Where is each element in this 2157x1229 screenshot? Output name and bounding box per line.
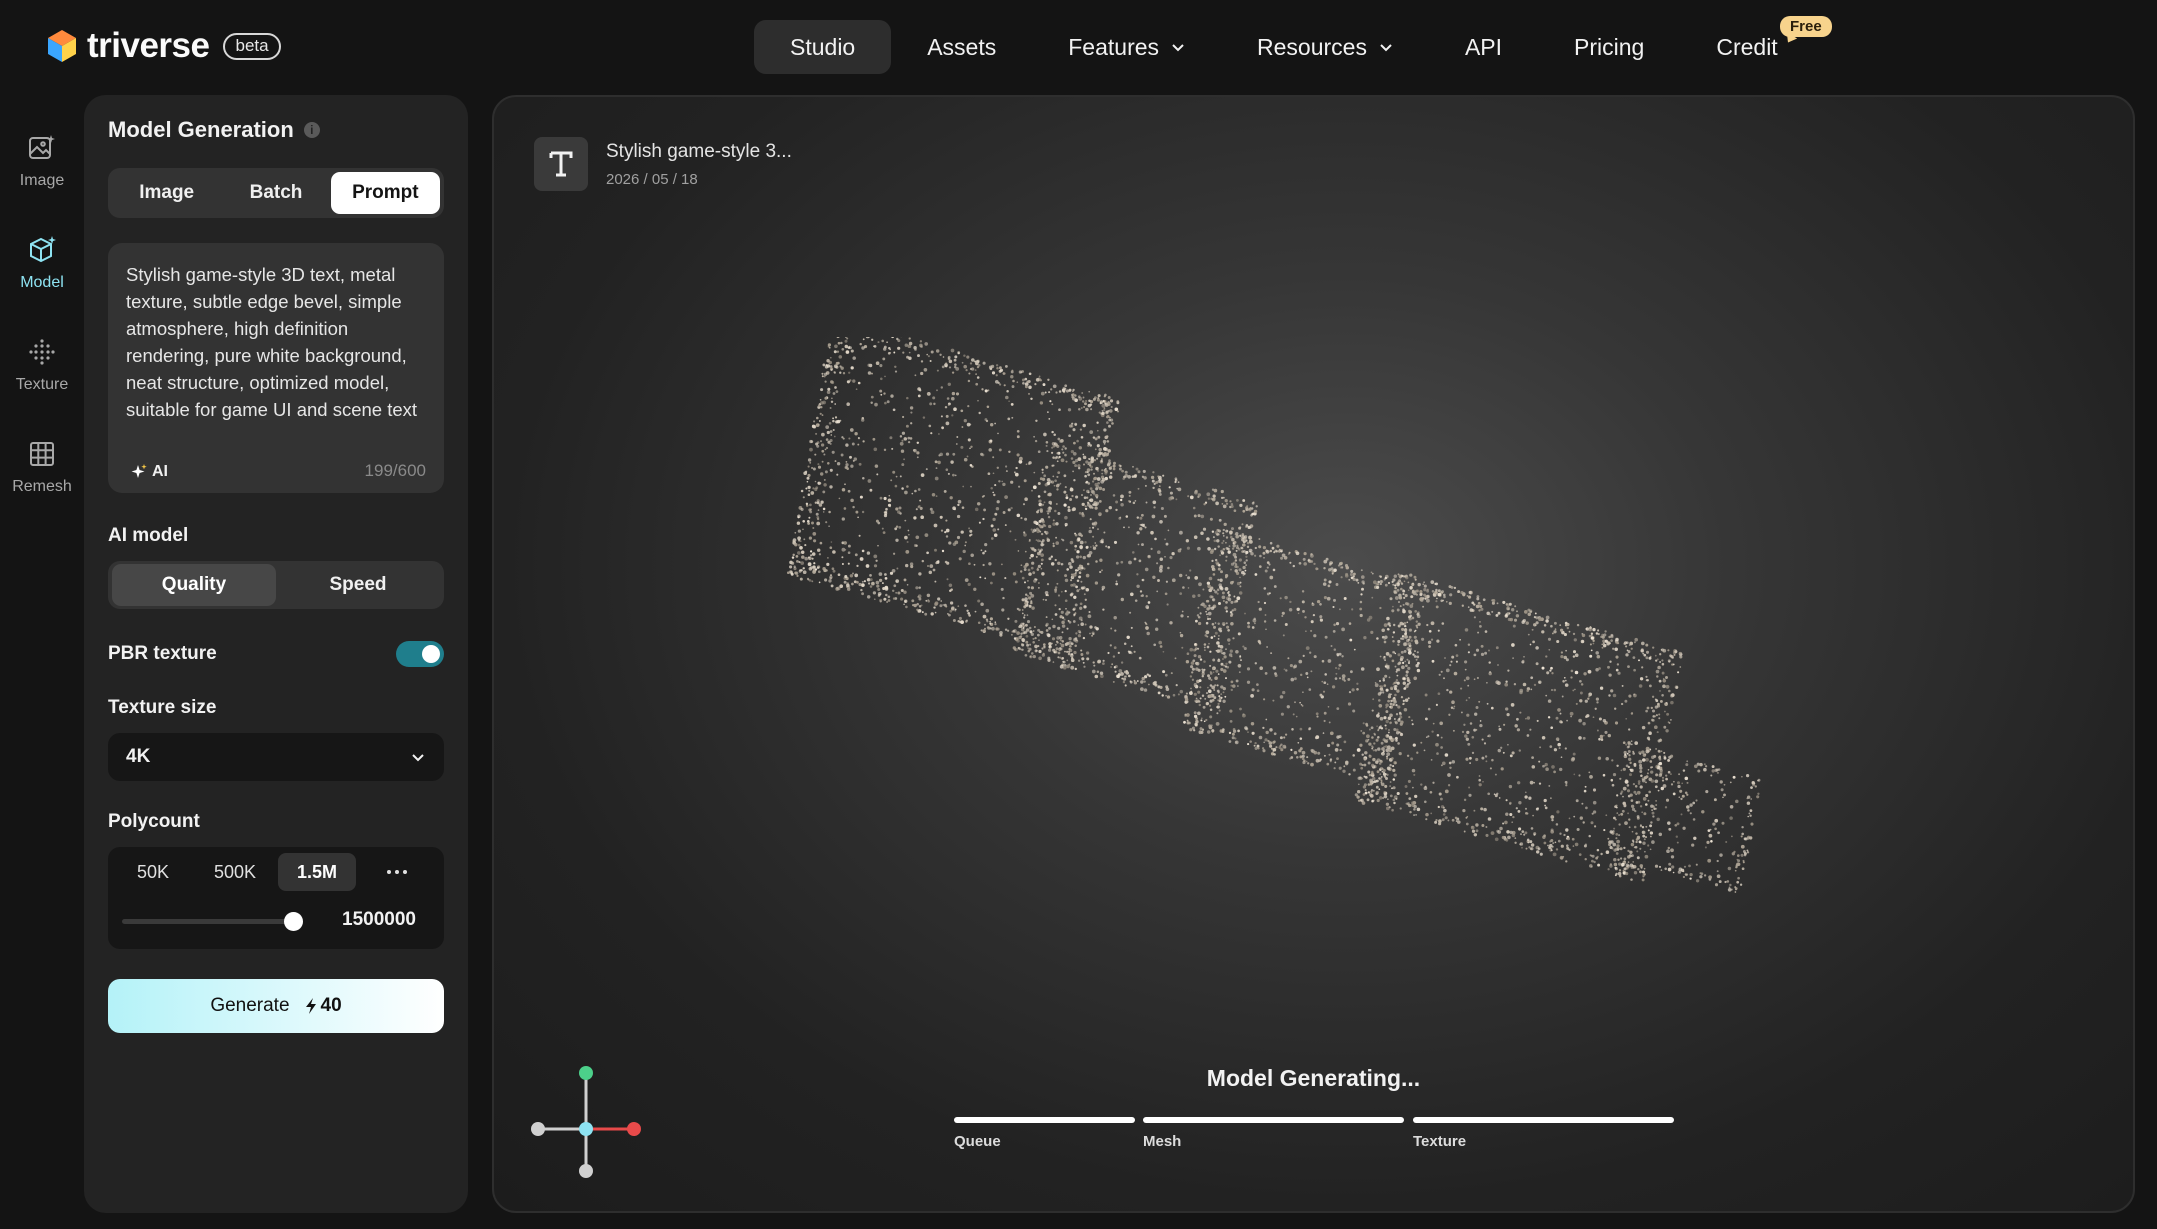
asset-title: Stylish game-style 3... [606, 141, 792, 162]
x-axis-handle [627, 1122, 641, 1136]
nav-label: Features [1068, 33, 1160, 60]
beta-badge: beta [223, 32, 281, 60]
panel-title-text: Model Generation [108, 117, 294, 142]
rail-label: Remesh [12, 478, 72, 495]
prompt-textarea[interactable]: Stylish game-style 3D text, metal textur… [108, 243, 444, 493]
rail-item-image[interactable]: Image [0, 110, 84, 212]
text-prompt-icon [534, 137, 588, 191]
rail-item-texture[interactable]: Texture [0, 314, 84, 416]
rail-label: Model [20, 274, 64, 291]
dot-grid-icon [29, 339, 55, 365]
polycount-control: 50K 500K 1.5M 1500000 [108, 847, 444, 949]
nav-label: API [1464, 33, 1503, 60]
negative-x-axis-handle [531, 1122, 545, 1136]
progress-bar-texture [1413, 1117, 1674, 1123]
brand-name: triverse [87, 26, 210, 65]
generate-cost-value: 40 [320, 995, 342, 1016]
progress-bar-queue [954, 1117, 1135, 1123]
generate-label: Generate [210, 995, 290, 1016]
free-badge: Free [1780, 16, 1832, 37]
info-icon[interactable]: i [303, 122, 320, 138]
stage-label-mesh: Mesh [1143, 1133, 1182, 1150]
nav-assets[interactable]: Assets [891, 20, 1032, 74]
image-sparkle-icon [29, 135, 55, 159]
pbr-texture-toggle[interactable] [396, 641, 444, 667]
generate-cost: 40 [304, 995, 342, 1017]
polycount-option-50k[interactable]: 50K [114, 853, 192, 891]
option-speed[interactable]: Speed [276, 564, 440, 606]
nav-api[interactable]: API [1429, 20, 1538, 74]
stage-label-texture: Texture [1413, 1133, 1467, 1150]
axis-center-handle [579, 1122, 593, 1136]
panel-title: Model Generation i [108, 117, 320, 143]
asset-date: 2026 / 05 / 18 [606, 171, 698, 188]
rail-item-model[interactable]: Model [0, 212, 84, 314]
nav-studio[interactable]: Studio [754, 20, 892, 74]
tab-image[interactable]: Image [112, 172, 221, 214]
nav-features[interactable]: Features [1032, 20, 1221, 74]
point-cloud-points [786, 337, 1761, 893]
main-nav: Studio Assets Features Resources API Pri… [754, 16, 1832, 74]
triverse-logo-icon [48, 30, 76, 62]
model-generation-panel: Model Generation i Image Batch Prompt St… [84, 95, 468, 1213]
generation-status: Model Generating... [1206, 1065, 1421, 1091]
lightning-icon [305, 998, 316, 1014]
texture-size-select[interactable]: 4K [108, 733, 444, 781]
progress-bar-mesh [1143, 1117, 1404, 1123]
point-cloud-preview [786, 337, 1761, 893]
polycount-option-1-5m[interactable]: 1.5M [278, 853, 356, 891]
char-count: 199/600 [364, 461, 426, 480]
negative-y-axis-handle [579, 1164, 593, 1178]
nav-credit[interactable]: Credit Free [1680, 16, 1832, 74]
polycount-slider-thumb[interactable] [284, 912, 303, 931]
ai-model-selector: Quality Speed [108, 561, 444, 609]
nav-label: Assets [927, 33, 997, 60]
rail-item-remesh[interactable]: Remesh [0, 416, 84, 518]
ai-model-label: AI model [108, 525, 189, 546]
grid-icon [30, 442, 54, 466]
polycount-slider-track[interactable] [122, 919, 292, 924]
tab-prompt[interactable]: Prompt [330, 172, 440, 214]
nav-label: Resources [1257, 33, 1367, 60]
more-options-icon[interactable] [374, 853, 420, 891]
nav-pricing[interactable]: Pricing [1538, 20, 1680, 74]
nav-resources[interactable]: Resources [1221, 20, 1429, 74]
tool-rail: Image Model Texture Remesh [0, 110, 84, 518]
nav-label: Pricing [1574, 33, 1645, 60]
polycount-label: Polycount [108, 811, 200, 832]
nav-label: Credit [1716, 33, 1778, 60]
chevron-down-icon [1380, 44, 1392, 52]
polycount-value: 1500000 [342, 909, 416, 930]
3d-viewport[interactable]: Stylish game-style 3... 2026 / 05 / 18 M… [492, 95, 2135, 1213]
ai-enhance-button[interactable]: AI [130, 463, 168, 481]
polycount-options: 50K 500K 1.5M [114, 853, 356, 891]
rail-label: Texture [15, 376, 69, 393]
sparkle-icon [131, 464, 147, 478]
chevron-down-icon [1172, 44, 1184, 52]
rail-label: Image [19, 172, 65, 189]
chevron-down-icon [412, 754, 424, 762]
texture-size-label: Texture size [108, 697, 217, 718]
texture-size-value: 4K [126, 746, 151, 767]
cube-sparkle-icon [30, 236, 56, 263]
generate-button[interactable]: Generate 40 [108, 979, 444, 1033]
polycount-option-500k[interactable]: 500K [196, 853, 274, 891]
prompt-text[interactable]: Stylish game-style 3D text, metal textur… [126, 261, 426, 423]
ai-label: AI [152, 463, 168, 480]
nav-label: Studio [790, 33, 856, 60]
option-quality[interactable]: Quality [112, 564, 276, 606]
top-bar: triverse beta Studio Assets Features Res… [0, 0, 2157, 94]
tab-batch[interactable]: Batch [221, 172, 330, 214]
brand-logo[interactable]: triverse beta [47, 26, 281, 66]
pbr-texture-label: PBR texture [108, 643, 217, 664]
mode-tabs: Image Batch Prompt [108, 168, 444, 218]
stage-label-queue: Queue [954, 1133, 1001, 1150]
